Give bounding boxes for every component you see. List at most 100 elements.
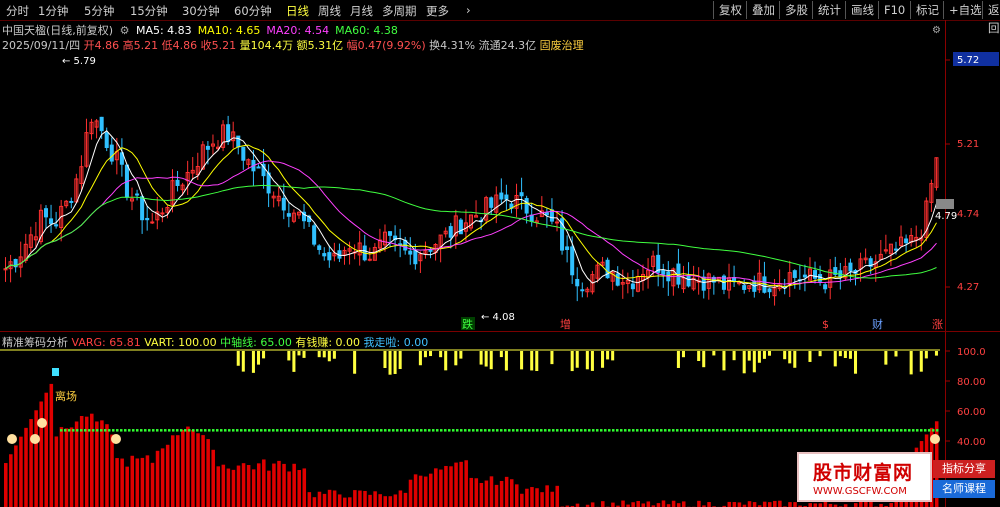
varg-bar xyxy=(201,435,205,507)
vart-bar xyxy=(762,351,766,359)
axis-dot xyxy=(148,429,151,432)
varg-bar xyxy=(530,487,534,507)
axis-dot xyxy=(564,429,567,432)
axis-dot xyxy=(448,429,451,432)
ma-line xyxy=(5,184,937,279)
axis-dot xyxy=(732,429,735,432)
candle-body xyxy=(175,179,180,186)
axis-dot xyxy=(884,429,887,432)
varg-bar xyxy=(170,435,175,507)
axis-dot xyxy=(532,429,535,432)
varg-bar xyxy=(439,469,443,507)
axis-dot xyxy=(88,429,91,432)
axis-dot xyxy=(660,429,663,432)
axis-dot xyxy=(80,429,83,432)
exit-label: 离场 xyxy=(55,390,77,403)
axis-dot xyxy=(332,429,335,432)
axis-dot xyxy=(780,429,783,432)
varg-bar xyxy=(383,496,388,507)
candle-body xyxy=(286,213,291,217)
candle-body xyxy=(322,253,327,257)
money-bag-icon xyxy=(111,434,121,444)
axis-dot xyxy=(192,429,195,432)
axis-dot xyxy=(764,429,767,432)
watermark-tag-course[interactable]: 名师课程 xyxy=(933,480,995,498)
vart-bar xyxy=(732,351,736,361)
axis-dot xyxy=(376,429,379,432)
varg-bar xyxy=(262,459,266,507)
vart-bar xyxy=(297,351,301,356)
indicator-name[interactable]: 精准筹码分析 xyxy=(2,336,68,349)
axis-dot xyxy=(496,429,499,432)
varg-bar xyxy=(545,485,549,507)
axis-dot xyxy=(476,429,479,432)
axis-dot xyxy=(488,429,491,432)
axis-dot xyxy=(292,429,295,432)
candle-body xyxy=(499,192,504,200)
axis-dot xyxy=(892,429,895,432)
hover-price-bg xyxy=(936,199,954,209)
axis-dot xyxy=(632,429,635,432)
vart-bar xyxy=(287,351,291,361)
axis-dot xyxy=(820,429,823,432)
axis-dot xyxy=(400,429,403,432)
axis-dot xyxy=(432,429,435,432)
varg-bar xyxy=(575,503,580,507)
axis-dot xyxy=(760,429,763,432)
axis-dot xyxy=(484,429,487,432)
varg-bar xyxy=(125,466,129,507)
axis-dot xyxy=(112,429,115,432)
candle-body xyxy=(43,208,49,218)
candle-body xyxy=(605,259,610,279)
varg-bar xyxy=(449,466,453,507)
axis-dot xyxy=(480,429,483,432)
candle-body xyxy=(236,135,241,148)
axis-dot xyxy=(412,429,415,432)
varg-bar xyxy=(398,490,403,507)
varg-bar xyxy=(813,503,818,507)
axis-dot xyxy=(356,429,359,432)
high-price-label: ← 5.79 xyxy=(62,56,96,67)
varg-bar xyxy=(428,473,433,507)
axis-dot xyxy=(548,429,551,432)
varg-bar xyxy=(312,497,317,507)
varg-bar xyxy=(49,383,54,507)
varg-bar xyxy=(454,462,458,507)
vart-bar xyxy=(894,351,898,357)
axis-dot xyxy=(500,429,503,432)
candle-body xyxy=(398,243,403,246)
axis-dot xyxy=(184,429,187,432)
vart-bar xyxy=(454,351,458,366)
candle-body xyxy=(388,231,393,236)
varg-bar xyxy=(479,482,484,507)
indicator-tick-label: 100.0 xyxy=(957,347,986,358)
watermark-tag-share[interactable]: 指标分享 xyxy=(933,460,995,478)
axis-dot xyxy=(744,429,747,432)
candle-body xyxy=(256,166,261,169)
axis-dot xyxy=(572,429,575,432)
axis-dot xyxy=(244,429,247,432)
vart-bar xyxy=(848,351,852,359)
varg-bar xyxy=(418,475,423,507)
axis-dot xyxy=(516,429,519,432)
vart-bar xyxy=(757,351,761,363)
axis-dot xyxy=(104,429,107,432)
varg-bar xyxy=(525,488,529,507)
varg-bar xyxy=(160,448,165,507)
vart-bar xyxy=(934,351,938,356)
axis-dot xyxy=(776,429,779,432)
candle-body xyxy=(904,238,909,244)
axis-dot xyxy=(296,429,299,432)
axis-dot xyxy=(240,429,243,432)
varg-bar xyxy=(778,500,782,507)
axis-dot xyxy=(832,429,835,432)
axis-dot xyxy=(712,429,715,432)
varg-bar xyxy=(408,479,413,507)
axis-dot xyxy=(540,429,543,432)
candle-body xyxy=(69,200,74,203)
vart-bar xyxy=(924,351,928,359)
vart-bar xyxy=(752,351,756,373)
vart-bar xyxy=(601,351,605,368)
axis-dot xyxy=(436,429,439,432)
axis-dot xyxy=(896,429,899,432)
